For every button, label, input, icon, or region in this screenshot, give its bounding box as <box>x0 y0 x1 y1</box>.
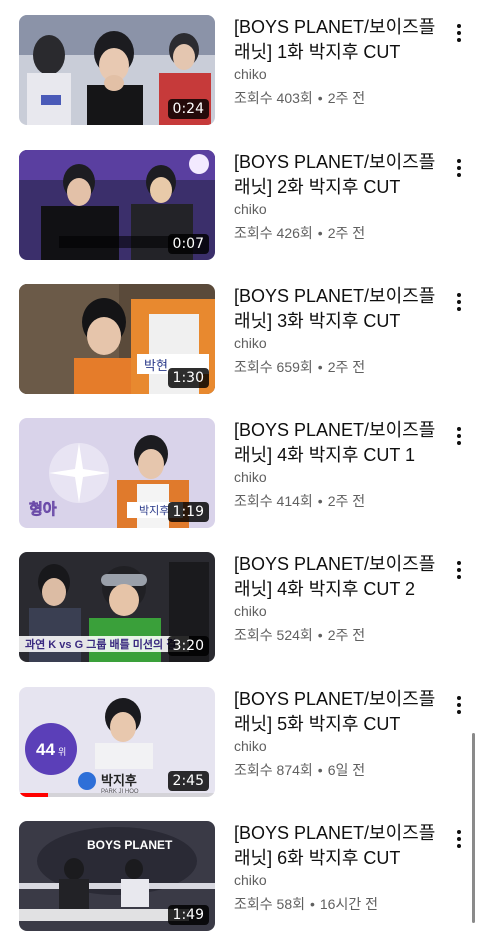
video-item[interactable]: 과연 K vs G 그룹 배틀 미션의 결 3:20 [BOYS PLANET/… <box>0 552 480 664</box>
view-count: 조회수 414회 <box>234 493 313 509</box>
video-title[interactable]: [BOYS PLANET/보이즈플래닛] 2화 박지후 CUT <box>234 150 444 200</box>
video-meta: 조회수 659회 • 2주 전 <box>234 357 365 377</box>
channel-name[interactable]: chiko <box>234 738 267 754</box>
video-thumbnail[interactable]: 과연 K vs G 그룹 배틀 미션의 결 3:20 <box>19 552 215 662</box>
video-thumbnail[interactable]: 0:07 <box>19 150 215 260</box>
more-options-icon[interactable] <box>450 558 468 582</box>
video-title[interactable]: [BOYS PLANET/보이즈플래닛] 4화 박지후 CUT 1 <box>234 418 444 468</box>
upload-age: 6일 전 <box>327 762 366 778</box>
duration-badge: 0:07 <box>167 234 209 254</box>
view-count: 조회수 874회 <box>234 762 313 778</box>
video-thumbnail[interactable]: 44 위 박지후 PARK JI HOO 2:45 <box>19 687 215 797</box>
upload-age: 16시간 전 <box>319 896 378 912</box>
video-thumbnail[interactable]: 박현 1:30 <box>19 284 215 394</box>
separator-dot: • <box>317 627 323 643</box>
duration-badge: 1:30 <box>167 368 209 388</box>
channel-name[interactable]: chiko <box>234 201 267 217</box>
video-title[interactable]: [BOYS PLANET/보이즈플래닛] 6화 박지후 CUT <box>234 821 444 871</box>
upload-age: 2주 전 <box>327 90 366 106</box>
duration-badge: 2:45 <box>167 771 209 791</box>
view-count: 조회수 426회 <box>234 225 313 241</box>
more-options-icon[interactable] <box>450 424 468 448</box>
video-title[interactable]: [BOYS PLANET/보이즈플래닛] 5화 박지후 CUT <box>234 687 444 737</box>
thumb-caption-text: 형아 <box>29 501 57 518</box>
more-options-icon[interactable] <box>450 156 468 180</box>
thumb-rank-text: 44 <box>36 740 55 759</box>
thumb-rank-unit: 위 <box>58 747 66 757</box>
video-meta: 조회수 426회 • 2주 전 <box>234 223 365 243</box>
video-item[interactable]: 박현 1:30 [BOYS PLANET/보이즈플래닛] 3화 박지후 CUT … <box>0 284 480 396</box>
thumb-nametag-text: 박현 <box>144 358 168 373</box>
video-thumbnail[interactable]: 박지후 형아 1:19 <box>19 418 215 528</box>
video-meta: 조회수 58회 • 16시간 전 <box>234 894 378 914</box>
separator-dot: • <box>317 762 323 778</box>
channel-name[interactable]: chiko <box>234 469 267 485</box>
video-title[interactable]: [BOYS PLANET/보이즈플래닛] 3화 박지후 CUT <box>234 284 444 334</box>
channel-name[interactable]: chiko <box>234 66 267 82</box>
video-item[interactable]: 0:24 [BOYS PLANET/보이즈플래닛] 1화 박지후 CUT chi… <box>0 15 480 127</box>
video-thumbnail[interactable]: BOYS PLANET 1:49 <box>19 821 215 931</box>
watch-progress-bar <box>19 793 49 797</box>
view-count: 조회수 403회 <box>234 90 313 106</box>
upload-age: 2주 전 <box>327 359 366 375</box>
video-meta: 조회수 874회 • 6일 전 <box>234 760 365 780</box>
upload-age: 2주 전 <box>327 627 366 643</box>
video-item[interactable]: 0:07 [BOYS PLANET/보이즈플래닛] 2화 박지후 CUT chi… <box>0 150 480 262</box>
more-options-icon[interactable] <box>450 290 468 314</box>
thumb-caption-text: 과연 K vs G 그룹 배틀 미션의 결 <box>25 637 176 651</box>
video-thumbnail[interactable]: 0:24 <box>19 15 215 125</box>
view-count: 조회수 659회 <box>234 359 313 375</box>
channel-name[interactable]: chiko <box>234 603 267 619</box>
video-title[interactable]: [BOYS PLANET/보이즈플래닛] 4화 박지후 CUT 2 <box>234 552 444 602</box>
video-meta: 조회수 403회 • 2주 전 <box>234 88 365 108</box>
channel-name[interactable]: chiko <box>234 872 267 888</box>
duration-badge: 1:19 <box>167 502 209 522</box>
video-item[interactable]: BOYS PLANET 1:49 [BOYS PLANET/보이즈플래닛] 6화… <box>0 821 480 933</box>
thumb-nametag-text: 박지후 <box>139 504 169 517</box>
watch-progress-track <box>19 793 215 797</box>
duration-badge: 3:20 <box>167 636 209 656</box>
video-meta: 조회수 414회 • 2주 전 <box>234 491 365 511</box>
separator-dot: • <box>317 359 323 375</box>
upload-age: 2주 전 <box>327 493 366 509</box>
separator-dot: • <box>317 90 323 106</box>
more-options-icon[interactable] <box>450 21 468 45</box>
separator-dot: • <box>309 896 315 912</box>
channel-name[interactable]: chiko <box>234 335 267 351</box>
more-options-icon[interactable] <box>450 693 468 717</box>
view-count: 조회수 58회 <box>234 896 305 912</box>
scrollbar[interactable] <box>472 733 475 923</box>
thumb-logo-text: BOYS PLANET <box>87 838 173 852</box>
video-meta: 조회수 524회 • 2주 전 <box>234 625 365 645</box>
video-item[interactable]: 44 위 박지후 PARK JI HOO 2:45 [BOYS PLANET/보… <box>0 687 480 799</box>
more-options-icon[interactable] <box>450 827 468 851</box>
separator-dot: • <box>317 493 323 509</box>
duration-badge: 1:49 <box>167 905 209 925</box>
separator-dot: • <box>317 225 323 241</box>
duration-badge: 0:24 <box>167 99 209 119</box>
thumb-name-text: 박지후 <box>101 773 137 788</box>
video-title[interactable]: [BOYS PLANET/보이즈플래닛] 1화 박지후 CUT <box>234 15 444 65</box>
upload-age: 2주 전 <box>327 225 366 241</box>
video-item[interactable]: 박지후 형아 1:19 [BOYS PLANET/보이즈플래닛] 4화 박지후 … <box>0 418 480 530</box>
view-count: 조회수 524회 <box>234 627 313 643</box>
